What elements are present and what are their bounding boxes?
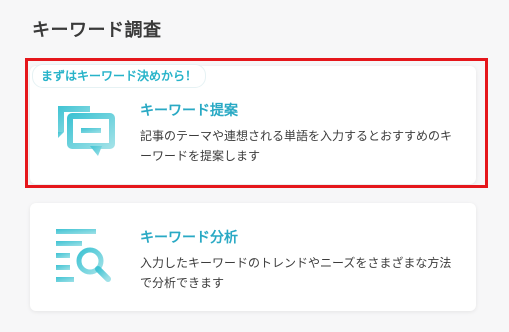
card-title: キーワード提案 xyxy=(140,103,238,119)
card-description: 記事のテーマや連想される単語を入力するとおすすめのキーワードを提案します xyxy=(140,129,453,163)
page-title: キーワード調査 xyxy=(32,20,162,41)
hint-badge: まずはキーワード決めから！ xyxy=(32,64,207,88)
keyword-analysis-card[interactable]: キーワード分析 入力したキーワードのトレンドやニーズをさまざまな方法で分析できま… xyxy=(30,203,476,311)
card-description: 入力したキーワードのトレンドやニーズをさまざまな方法で分析できます xyxy=(140,256,452,290)
card-title: キーワード分析 xyxy=(140,230,238,246)
list-search-icon xyxy=(56,229,111,282)
chat-bubbles-icon xyxy=(58,106,115,156)
